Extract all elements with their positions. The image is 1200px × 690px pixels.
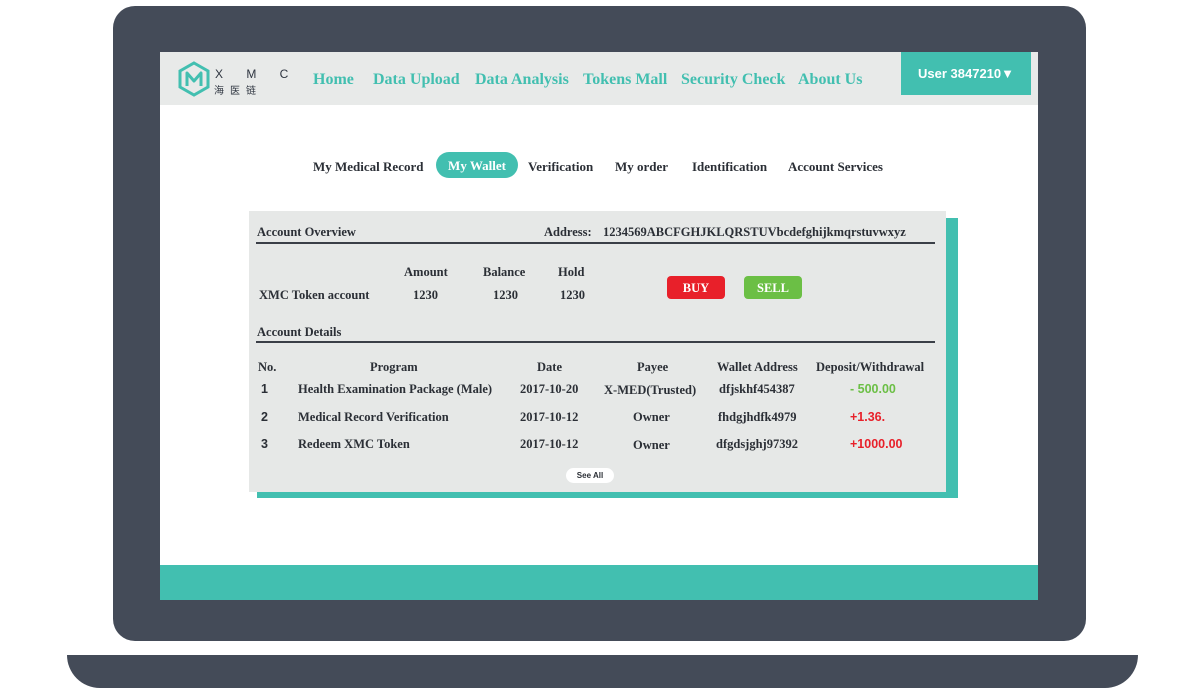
row-wallet: fhdgjhdfk4979	[718, 410, 797, 424]
tab-verification[interactable]: Verification	[528, 159, 593, 175]
tab-identification[interactable]: Identification	[692, 159, 767, 175]
nav-security-check[interactable]: Security Check	[681, 71, 785, 89]
balance-value: 1230	[493, 288, 518, 302]
column-date: Date	[537, 360, 562, 374]
overview-divider	[256, 242, 935, 244]
hold-value: 1230	[560, 288, 585, 302]
column-payee: Payee	[637, 360, 669, 374]
address-label: Address:	[544, 225, 592, 239]
row-amount: - 500.00	[850, 382, 896, 396]
row-wallet: dfjskhf454387	[719, 382, 795, 396]
logo-chinese-name: 海医链	[214, 86, 262, 97]
row-program: Medical Record Verification	[298, 410, 449, 424]
logo-wordmark: X M C	[215, 67, 299, 81]
row-payee: Owner	[633, 410, 670, 424]
column-hold: Hold	[558, 265, 585, 279]
wallet-panel: Account Overview Address: 1234569ABCFGHJ…	[249, 211, 946, 492]
tab-my-wallet[interactable]: My Wallet	[436, 152, 518, 178]
column-no: No.	[258, 360, 277, 374]
details-divider	[256, 341, 935, 343]
row-program: Redeem XMC Token	[298, 437, 410, 451]
column-deposit-withdrawal: Deposit/Withdrawal	[816, 360, 925, 374]
tab-my-order[interactable]: My order	[615, 159, 668, 175]
app-screen: X M C 海医链 Home Data Upload Data Analysis…	[160, 52, 1038, 600]
top-header: X M C 海医链 Home Data Upload Data Analysis…	[160, 52, 1038, 105]
row-number: 1	[261, 382, 268, 396]
account-details-title: Account Details	[257, 325, 342, 339]
row-amount: +1000.00	[850, 437, 903, 451]
row-payee: X-MED(Trusted)	[604, 383, 697, 397]
tab-my-medical-record[interactable]: My Medical Record	[313, 159, 423, 175]
row-amount: +1.36.	[850, 410, 886, 424]
nav-home[interactable]: Home	[313, 71, 354, 89]
xmc-logo[interactable]: X M C 海医链	[177, 61, 288, 97]
footer-bar	[160, 565, 1038, 600]
nav-tokens-mall[interactable]: Tokens Mall	[583, 71, 667, 89]
row-number: 2	[261, 410, 268, 424]
row-program: Health Examination Package (Male)	[298, 382, 493, 396]
column-amount: Amount	[404, 265, 448, 279]
amount-value: 1230	[413, 288, 438, 302]
row-date: 2017-10-12	[520, 437, 579, 451]
account-name: XMC Token account	[259, 288, 370, 302]
row-number: 3	[261, 437, 268, 451]
buy-button[interactable]: BUY	[667, 276, 725, 299]
laptop-base	[67, 655, 1138, 688]
row-date: 2017-10-12	[520, 410, 579, 424]
nav-data-analysis[interactable]: Data Analysis	[475, 71, 569, 89]
row-payee: Owner	[633, 438, 670, 452]
nav-data-upload[interactable]: Data Upload	[373, 71, 460, 89]
column-balance: Balance	[483, 265, 526, 279]
nav-about-us[interactable]: About Us	[798, 71, 862, 89]
column-wallet-address: Wallet Address	[717, 360, 798, 374]
tab-account-services[interactable]: Account Services	[788, 159, 883, 175]
logo-hexagon-icon	[178, 61, 210, 97]
sell-button[interactable]: SELL	[744, 276, 802, 299]
row-date: 2017-10-20	[520, 382, 579, 396]
account-overview-title: Account Overview	[257, 225, 356, 239]
user-menu-button[interactable]: User 3847210▼	[901, 52, 1031, 95]
wallet-address-value: 1234569ABCFGHJKLQRSTUVbcdefghijkmqrstuvw…	[603, 225, 906, 239]
see-all-button[interactable]: See All	[566, 468, 614, 483]
row-wallet: dfgdsjghj97392	[716, 437, 798, 451]
column-program: Program	[370, 360, 418, 374]
